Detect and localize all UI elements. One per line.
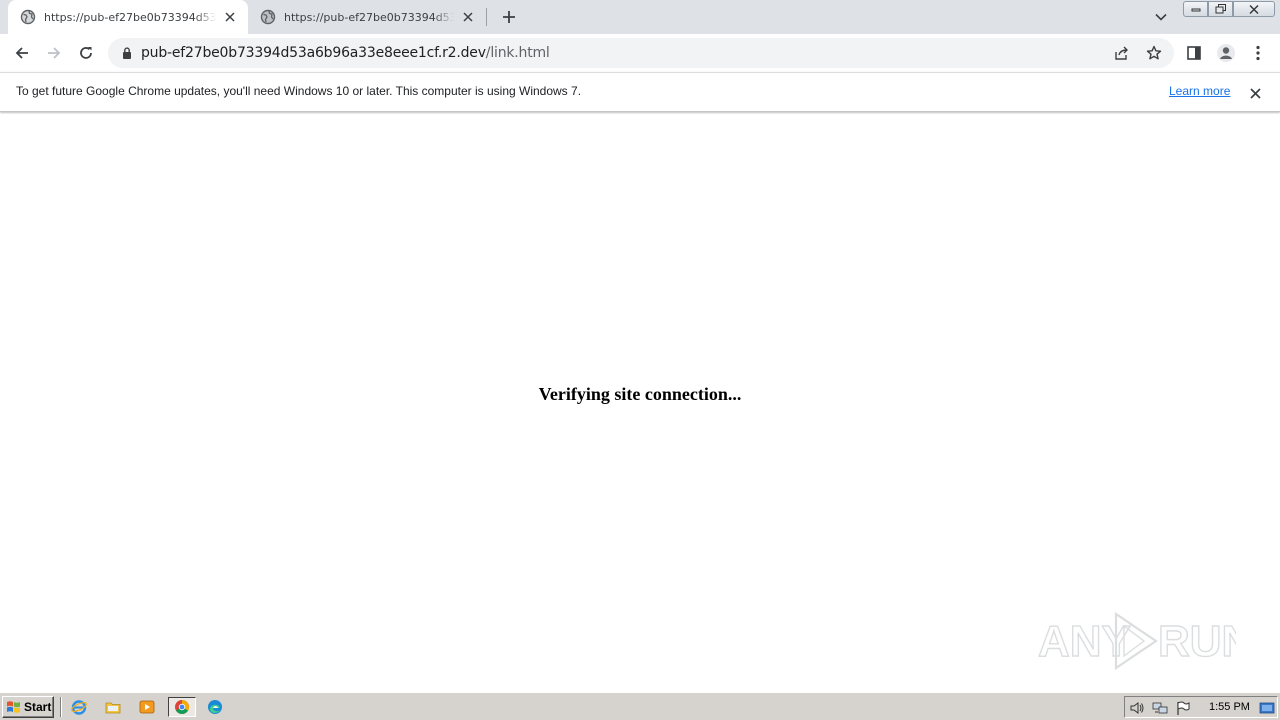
network-icon[interactable] bbox=[1152, 700, 1168, 716]
tab-inactive[interactable]: https://pub-ef27be0b73394d53a6b96a33e8ee… bbox=[248, 0, 486, 34]
infobar-close-button[interactable] bbox=[1247, 85, 1263, 101]
url-host: pub-ef27be0b73394d53a6b96a33e8eee1cf.r2.… bbox=[141, 45, 486, 61]
minimize-icon bbox=[1191, 8, 1200, 12]
globe-icon bbox=[20, 9, 36, 25]
chevron-down-icon bbox=[1155, 13, 1167, 21]
close-icon bbox=[225, 12, 235, 22]
taskbar-separator bbox=[60, 697, 62, 717]
internet-explorer-taskbar-button[interactable] bbox=[68, 697, 90, 717]
reload-icon bbox=[80, 47, 92, 59]
lock-icon[interactable] bbox=[120, 46, 134, 60]
forward-button[interactable] bbox=[40, 39, 68, 67]
side-panel-button[interactable] bbox=[1180, 39, 1208, 67]
file-explorer-taskbar-button[interactable] bbox=[102, 697, 124, 717]
reload-button[interactable] bbox=[72, 39, 100, 67]
window-restore-button[interactable] bbox=[1208, 1, 1233, 17]
tab-active[interactable]: https://pub-ef27be0b73394d53a6b96a33e8ee… bbox=[8, 0, 248, 34]
arrow-right-icon bbox=[48, 47, 61, 59]
globe-icon bbox=[260, 9, 276, 25]
browser-toolbar: pub-ef27be0b73394d53a6b96a33e8eee1cf.r2.… bbox=[0, 34, 1280, 72]
start-button[interactable]: Start bbox=[2, 696, 54, 718]
folder-icon bbox=[105, 702, 121, 714]
tab-title: https://pub-ef27be0b73394d53a6b96a33e8ee… bbox=[44, 10, 216, 24]
tab-close-button[interactable] bbox=[222, 9, 238, 25]
kebab-menu-icon bbox=[1256, 45, 1260, 61]
close-icon bbox=[463, 12, 473, 22]
chrome-taskbar-button[interactable] bbox=[168, 697, 196, 717]
tab-separator bbox=[486, 8, 487, 26]
plus-icon bbox=[503, 11, 515, 23]
verifying-status-text: Verifying site connection... bbox=[538, 384, 742, 404]
edge-icon bbox=[208, 700, 222, 714]
media-player-taskbar-button[interactable] bbox=[136, 697, 158, 717]
tab-title: https://pub-ef27be0b73394d53a6b96a33e8ee… bbox=[284, 10, 454, 24]
close-icon bbox=[1249, 4, 1259, 14]
menu-button[interactable] bbox=[1244, 39, 1272, 67]
start-label: Start bbox=[24, 700, 52, 714]
media-player-icon bbox=[139, 700, 155, 714]
page-content: Verifying site connection... ANY RUN bbox=[0, 114, 1280, 692]
internet-explorer-icon bbox=[71, 700, 87, 715]
infobar-message: To get future Google Chrome updates, you… bbox=[16, 84, 582, 98]
system-tray: 1:55 PM bbox=[1124, 696, 1278, 718]
new-tab-button[interactable] bbox=[498, 6, 520, 28]
url-text[interactable]: pub-ef27be0b73394d53a6b96a33e8eee1cf.r2.… bbox=[141, 45, 550, 61]
windows-taskbar: Start 1:55 PM bbox=[0, 692, 1280, 720]
tab-close-button[interactable] bbox=[460, 9, 476, 25]
watermark-text-right: RUN bbox=[1158, 617, 1236, 666]
share-button[interactable] bbox=[1113, 44, 1131, 62]
chrome-icon bbox=[175, 700, 189, 714]
window-close-button[interactable] bbox=[1233, 1, 1275, 17]
action-center-flag-icon[interactable] bbox=[1175, 700, 1191, 716]
learn-more-link[interactable]: Learn more bbox=[1169, 84, 1230, 98]
tab-search-button[interactable] bbox=[1150, 6, 1172, 28]
arrow-left-icon bbox=[15, 47, 28, 59]
share-icon bbox=[1115, 46, 1128, 60]
taskbar-clock[interactable]: 1:55 PM bbox=[1209, 701, 1250, 713]
star-icon bbox=[1146, 45, 1162, 60]
back-button[interactable] bbox=[8, 39, 36, 67]
url-path: /link.html bbox=[485, 45, 550, 61]
update-infobar: To get future Google Chrome updates, you… bbox=[0, 72, 1280, 112]
show-desktop-icon[interactable] bbox=[1259, 700, 1275, 716]
edge-taskbar-button[interactable] bbox=[204, 697, 226, 717]
profile-button[interactable] bbox=[1212, 39, 1240, 67]
address-bar[interactable]: pub-ef27be0b73394d53a6b96a33e8eee1cf.r2.… bbox=[108, 38, 1174, 68]
restore-icon bbox=[1215, 4, 1226, 14]
window-minimize-button[interactable] bbox=[1183, 1, 1208, 17]
tab-strip: https://pub-ef27be0b73394d53a6b96a33e8ee… bbox=[0, 0, 1280, 34]
close-icon bbox=[1249, 87, 1261, 99]
windows-logo-icon bbox=[7, 701, 20, 713]
speaker-icon[interactable] bbox=[1129, 700, 1145, 716]
side-panel-icon bbox=[1187, 46, 1201, 60]
anyrun-watermark-logo: ANY RUN bbox=[1037, 611, 1236, 671]
profile-icon bbox=[1217, 44, 1235, 62]
bookmark-button[interactable] bbox=[1145, 44, 1163, 62]
